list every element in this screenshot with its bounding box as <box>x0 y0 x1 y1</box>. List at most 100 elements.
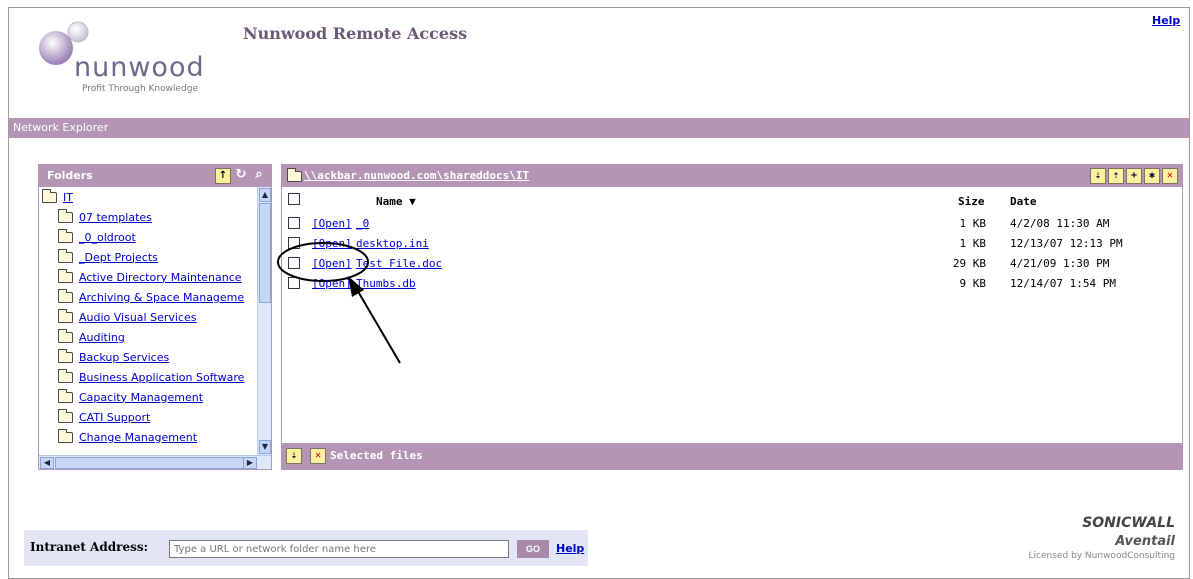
tree-item-label[interactable]: Capacity Management <box>79 391 203 404</box>
tree-item-label[interactable]: Archiving & Space Manageme <box>79 291 244 304</box>
download-selected-icon[interactable]: ⇣ <box>286 448 302 464</box>
search-icon[interactable]: ⌕ <box>251 168 267 184</box>
tree-item[interactable]: Change Management <box>39 427 258 447</box>
file-size: 9 KB <box>959 277 987 290</box>
open-link[interactable]: [Open] <box>312 257 352 270</box>
folder-icon <box>58 408 73 423</box>
branding: SONICWALL Aventail Licensed by NunwoodCo… <box>995 515 1175 561</box>
file-size: 1 KB <box>959 237 987 250</box>
column-name[interactable]: Name ▼ <box>376 195 416 208</box>
folder-icon <box>58 348 73 363</box>
folder-icon <box>58 368 73 383</box>
row-checkbox[interactable] <box>288 237 300 249</box>
tree-item[interactable]: _0_oldroot <box>39 227 258 247</box>
folder-icon <box>58 248 73 263</box>
tree-item-label[interactable]: Change Management <box>79 431 197 444</box>
tree-item[interactable]: Archiving & Space Manageme <box>39 287 258 307</box>
file-name-link[interactable]: _0 <box>356 217 369 230</box>
help-link[interactable]: Help <box>1152 14 1180 27</box>
folder-icon <box>58 208 73 223</box>
tree-item-label[interactable]: Active Directory Maintenance <box>79 271 242 284</box>
folder-tree: IT 07 templates _0_oldroot _Dept Project… <box>39 187 258 455</box>
tree-item[interactable]: Business Application Software <box>39 367 258 387</box>
tree-item[interactable]: Audio Visual Services <box>39 307 258 327</box>
folders-panel: Folders ↑ ↻ ⌕ IT 07 templates _0_oldroot… <box>38 164 272 470</box>
download-icon[interactable]: ⇣ <box>1090 168 1106 184</box>
folders-title: Folders <box>47 169 93 182</box>
intranet-help-link[interactable]: Help <box>556 542 584 555</box>
refresh-icon[interactable]: ↻ <box>233 168 249 184</box>
new-file-icon[interactable]: ✱ <box>1144 168 1160 184</box>
scroll-up-icon[interactable]: ▲ <box>259 188 271 202</box>
row-checkbox[interactable] <box>288 217 300 229</box>
folder-icon <box>58 308 73 323</box>
new-folder-icon[interactable]: + <box>1126 168 1142 184</box>
path-breadcrumb[interactable]: \\ackbar.nunwood.com\shareddocs\IT <box>304 169 529 182</box>
tree-item-label[interactable]: Audio Visual Services <box>79 311 196 324</box>
folders-vertical-scrollbar[interactable]: ▲ ▼ <box>257 187 271 455</box>
file-row: [Open] Test File.doc 29 KB 4/21/09 1:30 … <box>282 254 1182 274</box>
aventail-logo: Aventail <box>1115 534 1175 549</box>
folder-icon <box>58 328 73 343</box>
file-name-link[interactable]: desktop.ini <box>356 237 429 250</box>
delete-selected-icon[interactable]: ✕ <box>310 448 326 464</box>
scroll-right-icon[interactable]: ▶ <box>243 457 257 469</box>
file-row: [Open] desktop.ini 1 KB 12/13/07 12:13 P… <box>282 234 1182 254</box>
folders-header: Folders ↑ ↻ ⌕ <box>39 165 271 187</box>
tree-item-label[interactable]: Business Application Software <box>79 371 244 384</box>
scroll-thumb[interactable] <box>55 457 245 469</box>
license-text: Licensed by NunwoodConsulting <box>1028 551 1175 561</box>
tree-item[interactable]: Auditing <box>39 327 258 347</box>
open-link[interactable]: [Open] <box>312 217 352 230</box>
intranet-address-input[interactable] <box>169 540 509 558</box>
tree-item-label[interactable]: IT <box>63 191 73 204</box>
tree-item[interactable]: Active Directory Maintenance <box>39 267 258 287</box>
app-title: Nunwood Remote Access <box>243 24 468 43</box>
folder-icon <box>58 388 73 403</box>
go-button[interactable]: GO <box>517 540 549 558</box>
tree-item-label[interactable]: _Dept Projects <box>79 251 158 264</box>
select-all-checkbox[interactable] <box>288 193 300 205</box>
files-footer: ⇣ ✕ Selected files <box>282 443 1182 469</box>
footer-toolbar: ⇣ ✕ <box>286 448 326 464</box>
folder-open-icon <box>42 188 57 203</box>
folder-icon <box>58 268 73 283</box>
delete-icon[interactable]: ✕ <box>1162 168 1178 184</box>
row-checkbox[interactable] <box>288 257 300 269</box>
folder-icon <box>287 168 302 182</box>
tree-item[interactable]: Capacity Management <box>39 387 258 407</box>
tree-item-label[interactable]: CATI Support <box>79 411 150 424</box>
folder-icon <box>58 428 73 443</box>
folders-toolbar: ↑ ↻ ⌕ <box>215 168 267 184</box>
tree-item[interactable]: Backup Services <box>39 347 258 367</box>
tree-item-label[interactable]: _0_oldroot <box>79 231 136 244</box>
row-checkbox[interactable] <box>288 277 300 289</box>
column-date[interactable]: Date <box>1010 195 1037 208</box>
logo-tagline: Profit Through Knowledge <box>82 84 199 94</box>
upload-icon[interactable]: ⇡ <box>1108 168 1124 184</box>
tree-item[interactable]: _Dept Projects <box>39 247 258 267</box>
folders-horizontal-scrollbar[interactable]: ◀ ▶ <box>39 455 271 469</box>
tree-item-label[interactable]: Auditing <box>79 331 125 344</box>
file-name-link[interactable]: Thumbs.db <box>356 277 416 290</box>
tree-item[interactable]: CATI Support <box>39 407 258 427</box>
column-size[interactable]: Size <box>958 195 985 208</box>
scroll-thumb[interactable] <box>259 203 271 303</box>
file-date: 12/14/07 1:54 PM <box>1010 277 1116 290</box>
folder-icon <box>58 228 73 243</box>
scroll-down-icon[interactable]: ▼ <box>259 440 271 454</box>
selected-files-label: Selected files <box>330 449 423 462</box>
file-row: [Open] Thumbs.db 9 KB 12/14/07 1:54 PM <box>282 274 1182 294</box>
scroll-left-icon[interactable]: ◀ <box>40 457 54 469</box>
open-link[interactable]: [Open] <box>312 237 352 250</box>
file-name-link[interactable]: Test File.doc <box>356 257 442 270</box>
tree-item-label[interactable]: 07 templates <box>79 211 152 224</box>
tree-item-label[interactable]: Backup Services <box>79 351 169 364</box>
file-date: 4/2/08 11:30 AM <box>1010 217 1110 230</box>
tree-item[interactable]: 07 templates <box>39 207 258 227</box>
file-size: 29 KB <box>952 257 986 270</box>
open-link[interactable]: [Open] <box>312 277 352 290</box>
nunwood-logo: nunwood Profit Through Knowledge <box>24 14 234 96</box>
up-folder-icon[interactable]: ↑ <box>215 168 231 184</box>
tree-item-root[interactable]: IT <box>39 187 258 207</box>
